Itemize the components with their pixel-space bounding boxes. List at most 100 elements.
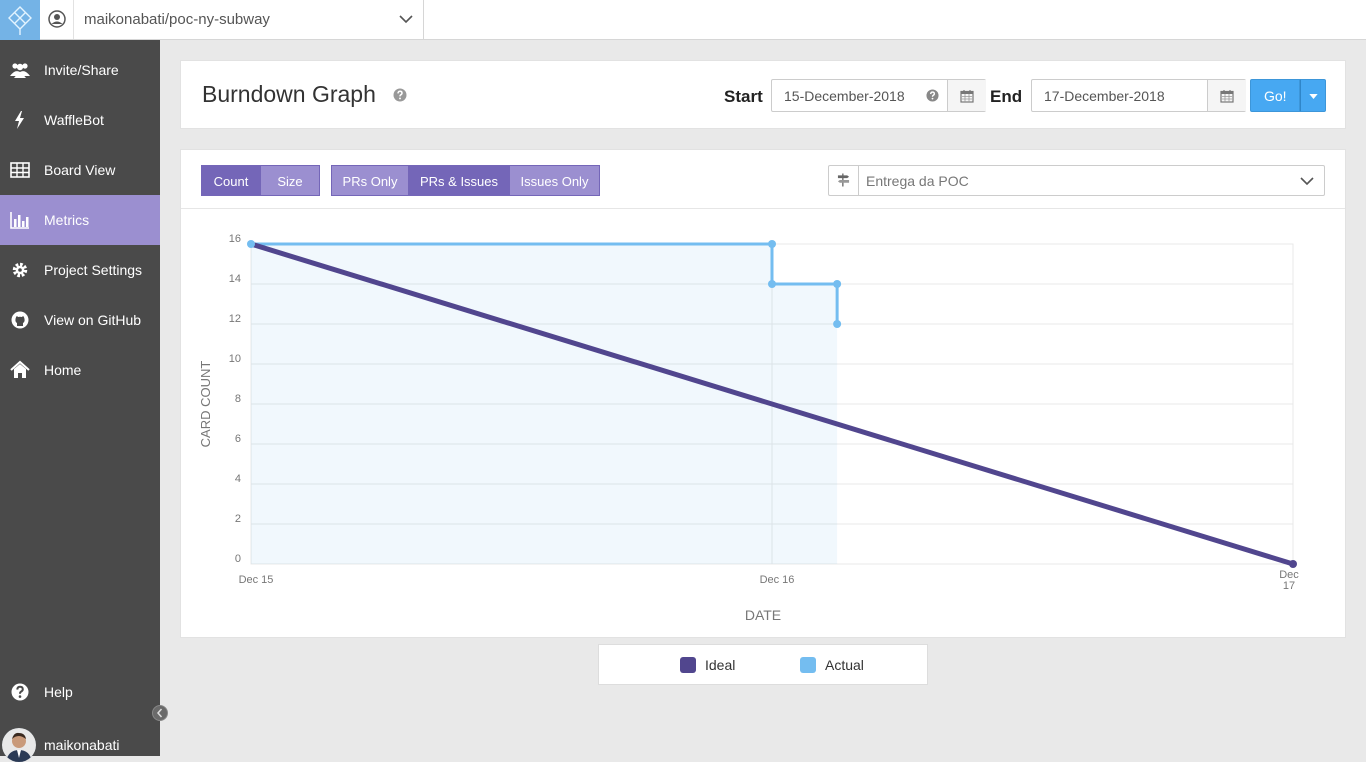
header-panel: Burndown Graph Start 15-December-2018 En… xyxy=(180,60,1346,129)
milestone-value: Entrega da POC xyxy=(866,173,969,189)
sidebar-item-label: Home xyxy=(44,362,82,378)
y-tick-label: 6 xyxy=(235,433,241,445)
sidebar-item-label: Invite/Share xyxy=(44,62,119,78)
y-tick-label: 4 xyxy=(235,473,241,485)
actual-point xyxy=(768,280,776,288)
y-tick-label: 8 xyxy=(235,393,241,405)
count-toggle[interactable]: Count xyxy=(201,165,261,196)
issues-only-label: Issues Only xyxy=(520,174,589,189)
legend-swatch-actual xyxy=(800,657,816,673)
chart-legend: Ideal Actual xyxy=(598,644,928,685)
calendar-icon xyxy=(960,90,974,103)
actual-area xyxy=(251,244,838,564)
y-tick-label: 12 xyxy=(229,313,241,325)
chevron-left-icon xyxy=(157,708,163,718)
avatar xyxy=(2,728,36,762)
help-icon[interactable] xyxy=(393,88,407,102)
chevron-down-icon xyxy=(399,15,413,24)
sidebar-item-label: Metrics xyxy=(44,212,90,228)
gear-icon xyxy=(12,262,28,278)
sidebar-item-help[interactable]: Help xyxy=(0,667,160,717)
go-button-label: Go! xyxy=(1264,88,1287,104)
top-bar: maikonabati/poc-ny-subway xyxy=(0,0,1366,40)
bolt-icon xyxy=(15,111,24,129)
y-tick-label: 14 xyxy=(229,273,241,285)
actual-point xyxy=(833,280,842,288)
divider xyxy=(73,0,74,39)
waffle-logo-icon[interactable] xyxy=(0,0,40,40)
bar-chart-icon xyxy=(10,212,29,229)
go-dropdown-button[interactable] xyxy=(1300,79,1326,112)
chart-panel: Count Size PRs Only PRs & Issues Issues … xyxy=(180,149,1346,638)
sidebar-item-label: Board View xyxy=(44,162,116,178)
legend-label-ideal: Ideal xyxy=(705,657,736,673)
user-menu[interactable]: maikonabati xyxy=(0,728,160,762)
user-name: maikonabati xyxy=(44,737,120,753)
sidebar-item-home[interactable]: Home xyxy=(0,345,160,395)
sidebar: Invite/Share WaffleBot Board View Metric… xyxy=(0,40,168,762)
github-icon xyxy=(11,311,29,329)
sidebar-item-label: Help xyxy=(44,684,73,700)
x-tick-label: Dec 16 xyxy=(760,574,795,586)
end-date-field[interactable]: 17-December-2018 xyxy=(1031,79,1246,112)
start-date-field[interactable]: 15-December-2018 xyxy=(771,79,986,112)
sidebar-item-invite-share[interactable]: Invite/Share xyxy=(0,45,160,95)
burndown-chart: 0 2 4 6 8 10 12 14 16 Dec 15 Dec 16 Dec 17 CARD COUN… xyxy=(198,233,1299,623)
page-title: Burndown Graph xyxy=(202,81,376,107)
x-tick-label: Dec 15 xyxy=(239,574,274,586)
chevron-down-icon xyxy=(1300,177,1314,186)
y-axis-label: CARD COUNT xyxy=(198,361,213,448)
x-axis-label: DATE xyxy=(745,607,781,623)
sidebar-item-metrics[interactable]: Metrics xyxy=(0,195,160,245)
start-date-value: 15-December-2018 xyxy=(784,88,905,104)
x-tick-label: Dec 17 xyxy=(1279,569,1299,592)
size-label: Size xyxy=(277,174,303,189)
prs-only-toggle[interactable]: PRs Only xyxy=(331,165,409,196)
milestone-icon-box xyxy=(829,166,859,195)
prs-only-label: PRs Only xyxy=(342,174,398,189)
signpost-icon xyxy=(837,173,850,187)
actual-point xyxy=(768,240,776,248)
go-button[interactable]: Go! xyxy=(1250,79,1300,112)
collapse-sidebar-button[interactable] xyxy=(152,705,168,721)
sidebar-item-label: View on GitHub xyxy=(44,312,142,328)
start-label: Start xyxy=(724,87,763,106)
milestone-select[interactable]: Entrega da POC xyxy=(828,165,1325,196)
sidebar-item-wafflebot[interactable]: WaffleBot xyxy=(0,95,160,145)
repo-name: maikonabati/poc-ny-subway xyxy=(84,11,270,28)
count-label: Count xyxy=(213,174,249,189)
sidebar-item-view-on-github[interactable]: View on GitHub xyxy=(0,295,160,345)
start-calendar-button[interactable] xyxy=(947,80,986,111)
end-label: End xyxy=(990,87,1023,106)
sidebar-item-label: Project Settings xyxy=(44,262,143,278)
issues-only-toggle[interactable]: Issues Only xyxy=(509,165,600,196)
end-calendar-button[interactable] xyxy=(1207,80,1246,111)
sidebar-item-label: WaffleBot xyxy=(44,112,104,128)
help-circle-icon xyxy=(11,683,29,701)
y-tick-label: 16 xyxy=(229,233,241,245)
home-icon xyxy=(10,360,30,378)
calendar-icon xyxy=(1220,90,1234,103)
legend-label-actual: Actual xyxy=(825,657,864,673)
divider xyxy=(181,208,1345,209)
sidebar-item-project-settings[interactable]: Project Settings xyxy=(0,245,160,295)
actual-point xyxy=(247,240,255,248)
y-tick-label: 0 xyxy=(235,553,241,565)
ideal-point xyxy=(1289,560,1297,568)
repo-selector[interactable]: maikonabati/poc-ny-subway xyxy=(40,0,424,39)
help-icon[interactable] xyxy=(926,89,939,102)
y-tick-label: 2 xyxy=(235,513,241,525)
legend-swatch-ideal xyxy=(680,657,696,673)
caret-down-icon xyxy=(1309,94,1318,99)
actual-point xyxy=(833,320,842,328)
end-date-value: 17-December-2018 xyxy=(1044,88,1165,104)
size-toggle[interactable]: Size xyxy=(260,165,320,196)
x-tick-label-part: 17 xyxy=(1283,580,1295,592)
y-tick-label: 10 xyxy=(229,353,241,365)
prs-issues-label: PRs & Issues xyxy=(419,174,499,189)
sidebar-item-board-view[interactable]: Board View xyxy=(0,145,160,195)
user-circle-icon xyxy=(48,10,66,28)
prs-issues-toggle[interactable]: PRs & Issues xyxy=(408,165,510,196)
users-icon xyxy=(10,63,30,78)
grid-icon xyxy=(10,162,30,178)
